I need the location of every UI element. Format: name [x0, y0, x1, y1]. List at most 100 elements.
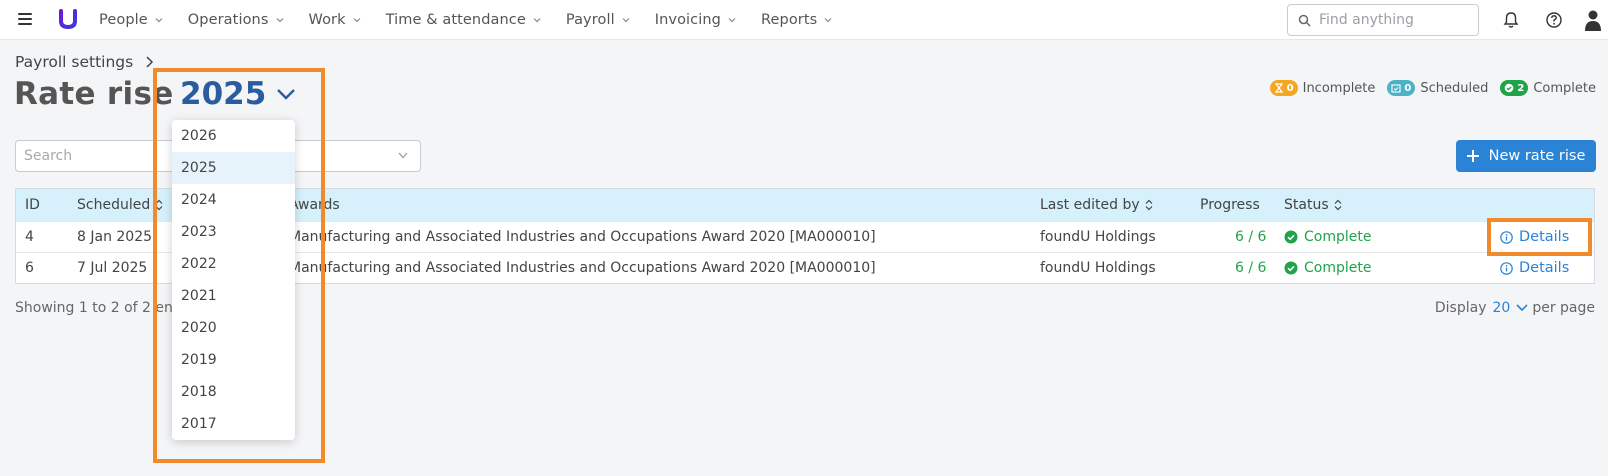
details-link[interactable]: Details — [1500, 260, 1569, 276]
cell-status: Complete — [1284, 222, 1371, 252]
cell-scheduled: 7 Jul 2025 — [77, 260, 148, 276]
cell-scheduled: 8 Jan 2025 — [77, 229, 153, 245]
info-icon — [1500, 261, 1513, 275]
header-last-edited-by[interactable]: Last edited by — [1040, 189, 1153, 221]
chevron-right-icon — [146, 56, 154, 68]
cell-id: 4 — [25, 229, 34, 245]
year-option[interactable]: 2024 — [172, 184, 295, 216]
nav-label: Payroll — [565, 12, 615, 28]
sort-icon[interactable] — [1145, 199, 1153, 211]
info-icon — [1500, 230, 1513, 244]
header-status[interactable]: Status — [1284, 189, 1342, 221]
scheduled-count: 0 — [1404, 82, 1412, 94]
per-page-value: 20 — [1492, 300, 1511, 316]
status-complete-label: Complete — [1284, 260, 1371, 276]
chevron-down-icon — [728, 18, 736, 23]
nav-label: Invoicing — [654, 12, 721, 28]
search-icon — [1298, 14, 1311, 27]
complete-count: 2 — [1517, 82, 1525, 94]
chevron-down-icon — [824, 18, 832, 23]
year-option-selected[interactable]: 2025 — [172, 152, 295, 184]
check-circle-icon — [1505, 83, 1514, 93]
year-option[interactable]: 2020 — [172, 312, 295, 344]
header-scheduled-label: Scheduled — [77, 197, 151, 213]
complete-badge: 2 — [1500, 80, 1529, 96]
hourglass-icon — [1274, 83, 1283, 93]
details-link[interactable]: Details — [1500, 229, 1569, 245]
year-option[interactable]: 2023 — [172, 216, 295, 248]
year-option[interactable]: 2017 — [172, 408, 295, 440]
page-title: Rate rise — [14, 76, 174, 112]
chevron-down-icon — [353, 18, 361, 23]
avatar-icon[interactable] — [1585, 9, 1601, 31]
cell-status: Complete — [1284, 253, 1371, 283]
chevron-down-icon — [155, 18, 163, 23]
cell-last-edited-by: foundU Holdings — [1040, 229, 1156, 245]
cell-awards: Manufacturing and Associated Industries … — [289, 260, 876, 276]
year-option[interactable]: 2021 — [172, 280, 295, 312]
plus-icon — [1466, 150, 1479, 162]
top-navigation-bar: People Operations Work Time & attendance… — [0, 0, 1608, 40]
chevron-down-icon — [277, 89, 296, 100]
sort-icon[interactable] — [155, 199, 163, 211]
per-page-select[interactable]: 20 — [1493, 300, 1529, 316]
header-progress: Progress — [1200, 189, 1260, 221]
bell-icon[interactable] — [1502, 11, 1520, 29]
chevron-down-icon[interactable] — [398, 152, 408, 159]
nav-label: Operations — [187, 12, 269, 28]
nav-reports[interactable]: Reports — [761, 12, 832, 28]
check-circle-icon — [1284, 230, 1298, 244]
cell-progress: 6 / 6 — [1235, 229, 1267, 245]
year-selector[interactable]: 2025 — [180, 76, 296, 112]
cell-id: 6 — [25, 260, 34, 276]
new-rate-rise-button[interactable]: New rate rise — [1456, 140, 1596, 172]
per-page-label: per page — [1532, 300, 1595, 316]
global-search[interactable] — [1287, 4, 1479, 36]
nav-work[interactable]: Work — [309, 12, 361, 28]
breadcrumb: Payroll settings — [15, 53, 154, 71]
year-option[interactable]: 2018 — [172, 376, 295, 408]
brand-logo-icon[interactable] — [58, 8, 78, 30]
cell-awards: Manufacturing and Associated Industries … — [289, 229, 876, 245]
scheduled-badge: 0 — [1387, 80, 1416, 96]
nav-label: Work — [308, 12, 346, 28]
menu-icon[interactable] — [18, 13, 32, 25]
year-option[interactable]: 2026 — [172, 120, 295, 152]
nav-time-attendance[interactable]: Time & attendance — [386, 12, 541, 28]
scheduled-label: Scheduled — [1420, 80, 1489, 96]
incomplete-label: Incomplete — [1302, 80, 1376, 96]
filter-search-input[interactable] — [24, 148, 154, 164]
chevron-down-icon — [533, 18, 541, 23]
global-search-input[interactable] — [1319, 12, 1469, 28]
year-option[interactable]: 2022 — [172, 248, 295, 280]
check-circle-icon — [1284, 261, 1298, 275]
chevron-down-icon — [622, 18, 630, 23]
year-selector-value: 2025 — [180, 76, 267, 112]
nav-payroll[interactable]: Payroll — [566, 12, 630, 28]
incomplete-count: 0 — [1286, 82, 1294, 94]
status-summary: 0 Incomplete 0 Scheduled 2 Complete — [1258, 80, 1596, 96]
sort-icon[interactable] — [1334, 199, 1342, 211]
display-label: Display — [1434, 300, 1487, 316]
header-scheduled[interactable]: Scheduled — [77, 189, 163, 221]
cell-progress: 6 / 6 — [1235, 260, 1267, 276]
new-rate-rise-label: New rate rise — [1488, 148, 1586, 164]
header-id-label: ID — [25, 197, 40, 213]
header-progress-label: Progress — [1200, 197, 1260, 213]
nav-people[interactable]: People — [99, 12, 163, 28]
cell-last-edited-by: foundU Holdings — [1040, 260, 1156, 276]
header-last-edited-label: Last edited by — [1040, 197, 1140, 213]
chevron-down-icon — [1516, 304, 1528, 312]
chevron-down-icon — [276, 18, 283, 23]
nav-label: Time & attendance — [385, 12, 526, 28]
breadcrumb-payroll-settings[interactable]: Payroll settings — [15, 53, 133, 71]
status-scheduled: 0 Scheduled — [1387, 80, 1488, 96]
help-icon[interactable] — [1545, 11, 1563, 29]
per-page-control: Display 20 per page — [1435, 300, 1595, 316]
nav-invoicing[interactable]: Invoicing — [655, 12, 736, 28]
header-awards-label: Awards — [289, 197, 340, 213]
year-option[interactable]: 2019 — [172, 344, 295, 376]
nav-operations[interactable]: Operations — [188, 12, 284, 28]
header-id: ID — [25, 189, 40, 221]
cell-details: Details — [1500, 222, 1569, 252]
